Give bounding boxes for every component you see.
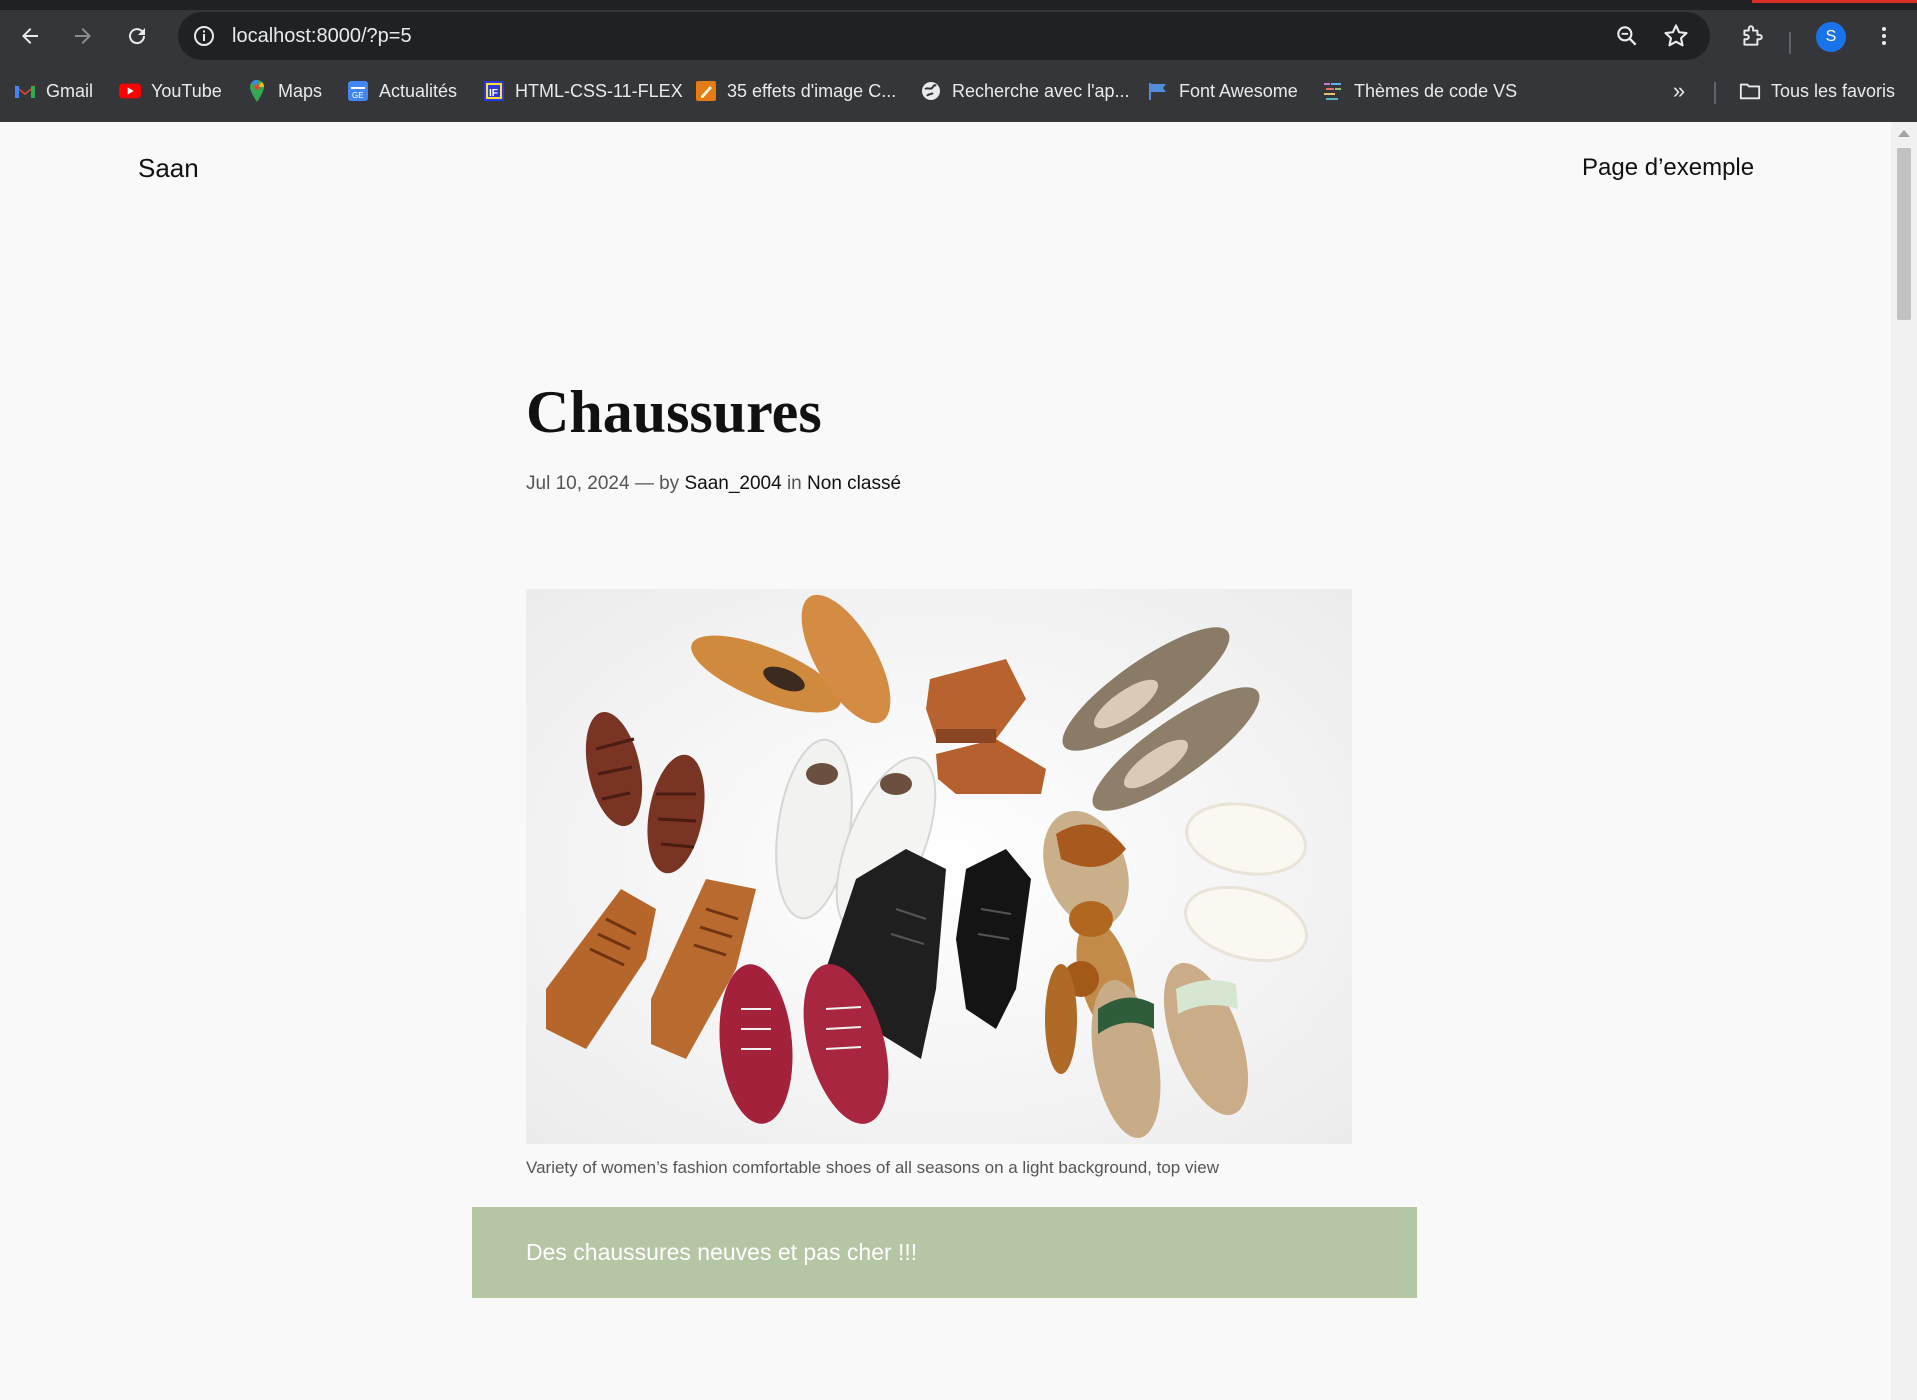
maps-icon bbox=[246, 80, 268, 102]
nav-link-sample-page[interactable]: Page d’exemple bbox=[1582, 152, 1754, 184]
svg-text:GE: GE bbox=[352, 91, 364, 100]
bookmarks-bar: Gmail YouTube Maps GE Actualités IF HTML… bbox=[0, 70, 1917, 112]
back-button[interactable] bbox=[12, 18, 48, 54]
bookmark-recherche[interactable]: Recherche avec l'ap... bbox=[920, 78, 1130, 104]
extensions-button[interactable] bbox=[1734, 18, 1770, 54]
forward-button[interactable] bbox=[65, 18, 101, 54]
bookmark-label: 35 effets d'image C... bbox=[727, 80, 897, 101]
folder-icon bbox=[1739, 80, 1761, 102]
bookmark-youtube[interactable]: YouTube bbox=[119, 78, 222, 104]
toolbar-divider bbox=[1789, 32, 1791, 54]
bookmark-gmail[interactable]: Gmail bbox=[14, 78, 93, 104]
all-bookmarks-label: Tous les favoris bbox=[1771, 80, 1896, 101]
post-featured-image bbox=[526, 589, 1352, 1144]
zoom-icon[interactable] bbox=[1614, 23, 1640, 49]
url-text[interactable]: localhost:8000/?p=5 bbox=[232, 24, 412, 48]
bookmark-effets-image[interactable]: 35 effets d'image C... bbox=[695, 78, 896, 104]
page-scrollbar[interactable] bbox=[1891, 122, 1917, 1400]
bookmark-label: Recherche avec l'ap... bbox=[952, 80, 1130, 101]
tab-strip bbox=[0, 0, 1917, 10]
all-bookmarks-button[interactable]: Tous les favoris bbox=[1739, 78, 1895, 104]
bookmark-star-icon[interactable] bbox=[1662, 22, 1690, 50]
image-caption: Variety of women’s fashion comfortable s… bbox=[526, 1158, 1219, 1177]
bookmark-label: Thèmes de code VS bbox=[1354, 80, 1518, 101]
active-tab-indicator bbox=[1752, 0, 1917, 3]
post-title: Chaussures bbox=[526, 379, 822, 445]
profile-avatar[interactable]: S bbox=[1816, 22, 1846, 52]
news-icon: GE bbox=[347, 80, 369, 102]
web-page: Saan Page d’exemple Chaussures Jul 10, 2… bbox=[0, 122, 1891, 1400]
browser-menu-button[interactable] bbox=[1866, 18, 1902, 54]
post-date[interactable]: Jul 10, 2024 bbox=[526, 473, 630, 494]
flex-icon: IF bbox=[483, 80, 505, 102]
arrow-right-icon bbox=[75, 28, 91, 44]
post-callout-block: Des chaussures neuves et pas cher !!! bbox=[472, 1207, 1417, 1298]
meta-by-separator: — by bbox=[634, 473, 680, 494]
youtube-icon bbox=[119, 80, 141, 102]
kebab-menu-icon bbox=[1882, 27, 1886, 45]
code-theme-icon bbox=[1322, 80, 1344, 102]
more-bookmarks-chevron-icon[interactable]: » bbox=[1666, 78, 1692, 104]
browser-chrome: localhost:8000/?p=5 S Gmail YouTube Maps… bbox=[0, 0, 1917, 122]
callout-text: Des chaussures neuves et pas cher !!! bbox=[526, 1239, 918, 1265]
svg-text:IF: IF bbox=[489, 88, 498, 99]
bookmark-actualites[interactable]: GE Actualités bbox=[347, 78, 457, 104]
pencil-icon bbox=[695, 80, 717, 102]
bookmark-label: Gmail bbox=[46, 80, 94, 101]
bookmark-maps[interactable]: Maps bbox=[246, 78, 322, 104]
bookmark-label: Maps bbox=[278, 80, 323, 101]
site-title-link[interactable]: Saan bbox=[138, 152, 199, 184]
bookmark-label: Font Awesome bbox=[1179, 80, 1298, 101]
arrow-left-icon bbox=[22, 28, 38, 44]
bookmarks-divider bbox=[1714, 82, 1716, 104]
site-info-icon[interactable] bbox=[192, 24, 216, 48]
shoes-photo-illustration bbox=[526, 589, 1352, 1144]
post-meta: Jul 10, 2024 — by Saan_2004 in Non class… bbox=[526, 471, 901, 497]
gmail-icon bbox=[14, 80, 36, 102]
flag-icon bbox=[1147, 80, 1169, 102]
bookmark-label: YouTube bbox=[151, 80, 222, 101]
bookmark-font-awesome[interactable]: Font Awesome bbox=[1147, 78, 1298, 104]
bookmark-themes-vs[interactable]: Thèmes de code VS bbox=[1322, 78, 1517, 104]
bookmark-label: HTML-CSS-11-FLEX bbox=[515, 80, 683, 101]
address-bar[interactable]: localhost:8000/?p=5 bbox=[178, 12, 1710, 60]
reload-icon bbox=[129, 28, 146, 45]
scroll-up-arrow-icon[interactable] bbox=[1898, 130, 1910, 137]
globe-icon bbox=[920, 80, 942, 102]
reload-button[interactable] bbox=[119, 18, 155, 54]
bookmark-html-css-flex[interactable]: IF HTML-CSS-11-FLEX bbox=[483, 78, 683, 104]
post-category-link[interactable]: Non classé bbox=[807, 473, 901, 494]
puzzle-icon bbox=[1743, 25, 1763, 46]
post-author-link[interactable]: Saan_2004 bbox=[684, 473, 781, 494]
browser-toolbar: localhost:8000/?p=5 S bbox=[0, 10, 1917, 62]
scrollbar-thumb[interactable] bbox=[1897, 148, 1911, 320]
bookmark-label: Actualités bbox=[379, 80, 458, 101]
meta-in-word: in bbox=[786, 473, 802, 494]
